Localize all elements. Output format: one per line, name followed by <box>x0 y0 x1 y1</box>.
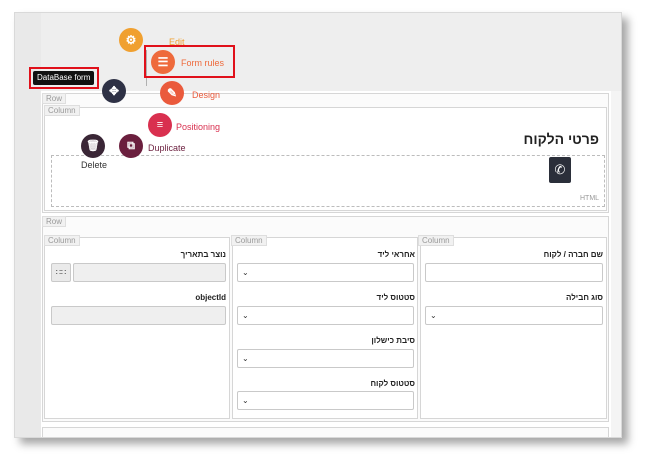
column-left-tag[interactable]: Column <box>44 235 80 246</box>
field-label-lead-status: סטטוס ליד <box>376 293 415 302</box>
field-label-created-date: נוצר בתאריך <box>180 250 226 259</box>
field-label-objectid: objectId <box>195 293 226 302</box>
created-date-input[interactable] <box>73 263 226 282</box>
form-builder-frame: Row Column פרטי הלקוח ✆ HTML Row Column … <box>14 12 622 438</box>
brush-icon: ✎ <box>166 86 178 100</box>
html-widget[interactable] <box>51 155 605 207</box>
row-3[interactable] <box>42 427 609 437</box>
company-name-input[interactable] <box>425 263 603 282</box>
calendar-grid-icon[interactable]: ∷∷ <box>51 263 71 282</box>
field-label-failure-reason: סיבת כישלון <box>371 336 415 345</box>
lead-owner-select[interactable]: ⌄ <box>237 263 414 282</box>
row-1-tag[interactable]: Row <box>42 93 67 104</box>
field-label-company-name: שם חברה / לקוח <box>543 250 603 259</box>
objectid-input[interactable] <box>51 306 226 325</box>
trash-icon: 🗑 <box>86 140 100 152</box>
delete-button[interactable]: 🗑 <box>81 134 105 158</box>
sliders-icon: ≡ <box>156 119 164 131</box>
column-middle-tag[interactable]: Column <box>231 235 267 246</box>
chevron-down-icon: ⌄ <box>242 354 249 363</box>
row-1-column-tag[interactable]: Column <box>44 105 80 116</box>
chevron-down-icon: ⌄ <box>242 396 249 405</box>
duplicate-label[interactable]: Duplicate <box>148 143 186 153</box>
design-label[interactable]: Design <box>192 90 220 100</box>
column-right-tag[interactable]: Column <box>418 235 454 246</box>
design-button[interactable]: ✎ <box>160 81 184 105</box>
database-form-tag[interactable]: DataBase form <box>33 71 95 85</box>
row-2-tag[interactable]: Row <box>42 216 67 227</box>
chevron-down-icon: ⌄ <box>242 311 249 320</box>
move-arrows-icon: ✥ <box>108 84 120 98</box>
move-button[interactable]: ✥ <box>102 79 126 103</box>
whatsapp-icon[interactable]: ✆ <box>549 157 571 183</box>
html-widget-label: HTML <box>580 195 600 202</box>
field-label-package-type: סוג חבילה <box>565 293 603 302</box>
form-rules-label[interactable]: Form rules <box>181 58 224 68</box>
positioning-label[interactable]: Positioning <box>176 122 220 132</box>
gear-icon: ⚙ <box>125 33 137 47</box>
delete-label[interactable]: Delete <box>81 160 107 170</box>
field-label-lead-owner: אחראי ליד <box>377 250 415 259</box>
duplicate-button[interactable]: ⧉ <box>119 134 143 158</box>
form-rules-button[interactable]: ☰ <box>151 50 175 74</box>
builder-top-area <box>15 13 621 91</box>
section-heading: פרטי הלקוח <box>523 131 599 147</box>
chevron-down-icon: ⌄ <box>430 311 437 320</box>
edit-button[interactable]: ⚙ <box>119 28 143 52</box>
field-label-customer-status: סטטוס לקוח <box>370 379 415 388</box>
customer-status-select[interactable]: ⌄ <box>237 391 414 410</box>
failure-reason-select[interactable]: ⌄ <box>237 349 414 368</box>
lead-status-select[interactable]: ⌄ <box>237 306 414 325</box>
package-type-select[interactable]: ⌄ <box>425 306 603 325</box>
positioning-button[interactable]: ≡ <box>148 113 172 137</box>
chevron-down-icon: ⌄ <box>242 268 249 277</box>
copy-icon: ⧉ <box>127 140 135 152</box>
list-icon: ☰ <box>157 55 169 69</box>
